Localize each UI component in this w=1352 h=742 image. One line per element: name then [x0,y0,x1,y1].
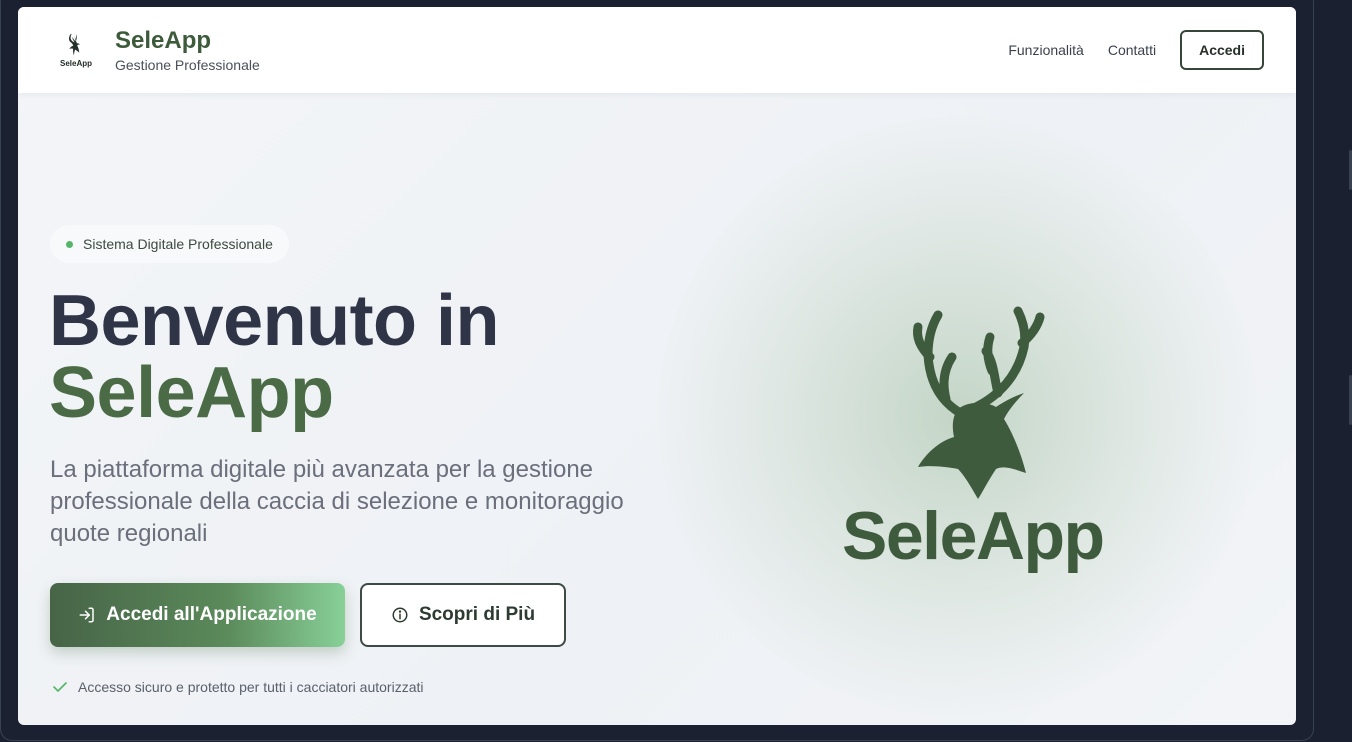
hero-title: Benvenuto in SeleApp [49,281,500,433]
nav-link-contatti[interactable]: Contatti [1108,42,1156,58]
hero-title-line1: Benvenuto in [49,281,500,361]
check-icon [52,680,68,694]
learn-more-button[interactable]: Scopri di Più [360,583,566,647]
hero-title-line2: SeleApp [49,353,334,433]
header-logo-text: SeleApp [59,59,92,68]
app-viewport: SeleApp SeleApp Gestione Professionale F… [18,7,1296,725]
top-navbar: SeleApp SeleApp Gestione Professionale F… [18,7,1296,93]
learn-more-label: Scopri di Più [418,604,536,625]
hero-description: La piattaforma digitale più avanzata per… [50,456,624,547]
status-dot [66,240,73,248]
brand-name: SeleApp [115,27,212,54]
nav-link-funzionalita[interactable]: Funzionalità [1008,42,1084,58]
secure-note: Accesso sicuro e protetto per tutti i ca… [52,679,423,695]
main-nav: Funzionalità Contatti Accedi [984,30,1264,70]
big-logo-text: SeleApp [842,498,1105,574]
deer-head-icon [69,33,80,56]
access-app-label: Accedi all'Applicazione [106,604,317,625]
login-button[interactable]: Accedi [1180,30,1264,70]
brand: SeleApp Gestione Professionale [115,27,260,73]
header-logo[interactable]: SeleApp [54,28,98,72]
status-badge: Sistema Digitale Professionale [50,225,289,263]
badge-label: Sistema Digitale Professionale [83,236,273,252]
info-icon [391,606,409,624]
secure-note-text: Accesso sicuro e protetto per tutti i ca… [78,679,424,695]
access-app-button[interactable]: Accedi all'Applicazione [50,583,345,647]
login-icon [78,606,96,624]
brand-subtitle: Gestione Professionale [115,57,260,73]
